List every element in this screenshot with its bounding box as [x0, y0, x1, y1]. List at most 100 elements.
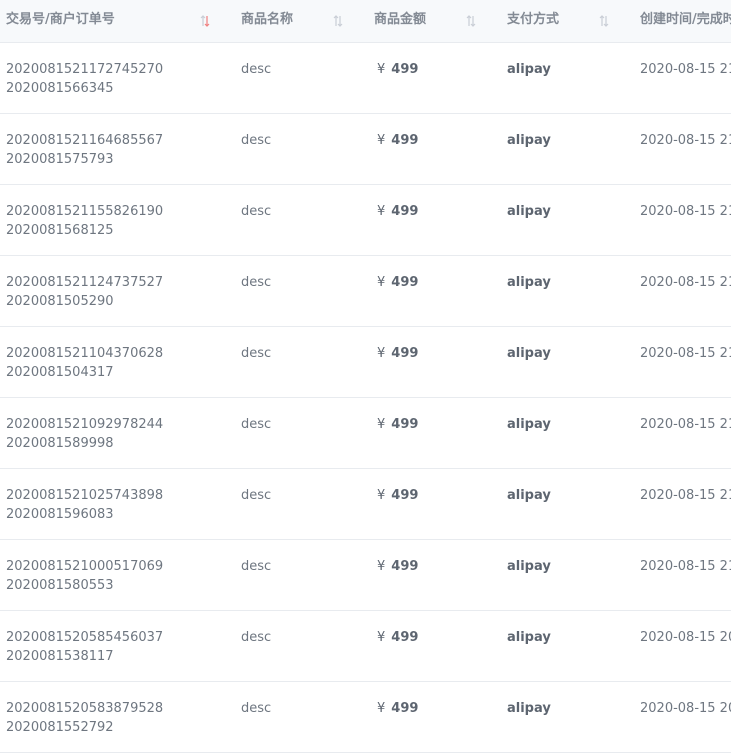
amount-value: 499: [391, 701, 419, 716]
table-row[interactable]: 2020081520585456037 2020081538117 desc ¥…: [0, 611, 731, 682]
payment-method: alipay: [507, 630, 551, 645]
trade-no-cell: 2020081521155826190 2020081568125: [6, 202, 163, 240]
order-no: 2020081596083: [6, 507, 114, 522]
trade-no: 2020081520585456037: [6, 630, 164, 645]
created-time: 2020-08-15 21:1: [640, 346, 731, 361]
product-name: desc: [241, 204, 272, 219]
orders-table: 交易号/商户订单号 商品名称 商品金额 支付方式 创建时间/完成时 202008…: [0, 0, 731, 753]
trade-no-cell: 2020081521164685567 2020081575793: [6, 131, 163, 169]
sort-payment-method-icon[interactable]: [599, 14, 609, 28]
amount-cell: ¥499: [377, 415, 418, 434]
trade-no-cell: 2020081521092978244 2020081589998: [6, 415, 163, 453]
payment-method: alipay: [507, 488, 551, 503]
created-time: 2020-08-15 21:0: [640, 559, 731, 574]
order-no: 2020081552792: [6, 720, 114, 735]
currency-symbol: ¥: [377, 417, 386, 432]
order-no: 2020081566345: [6, 81, 114, 96]
header-amount-label: 商品金额: [374, 12, 427, 27]
sort-amount-icon[interactable]: [466, 14, 476, 28]
header-created-time-label: 创建时间/完成时: [640, 12, 731, 27]
header-created-time[interactable]: 创建时间/完成时: [640, 0, 731, 42]
trade-no: 2020081521025743898: [6, 488, 164, 503]
currency-symbol: ¥: [377, 275, 386, 290]
trade-no-cell: 2020081521025743898 2020081596083: [6, 486, 163, 524]
amount-cell: ¥499: [377, 699, 418, 718]
payment-method: alipay: [507, 559, 551, 574]
product-name: desc: [241, 133, 272, 148]
product-name: desc: [241, 630, 272, 645]
amount-value: 499: [391, 62, 419, 77]
created-time: 2020-08-15 21:0: [640, 488, 731, 503]
order-no: 2020081568125: [6, 223, 114, 238]
header-payment-method[interactable]: 支付方式: [507, 0, 559, 42]
trade-no: 2020081521124737527: [6, 275, 164, 290]
order-no: 2020081538117: [6, 649, 114, 664]
currency-symbol: ¥: [377, 630, 386, 645]
currency-symbol: ¥: [377, 488, 386, 503]
product-name: desc: [241, 62, 272, 77]
trade-no: 2020081521092978244: [6, 417, 164, 432]
order-no: 2020081580553: [6, 578, 114, 593]
currency-symbol: ¥: [377, 62, 386, 77]
amount-value: 499: [391, 346, 419, 361]
amount-value: 499: [391, 204, 419, 219]
created-time: 2020-08-15 21:1: [640, 275, 731, 290]
amount-value: 499: [391, 630, 419, 645]
created-time: 2020-08-15 21:1: [640, 204, 731, 219]
header-product-name[interactable]: 商品名称: [241, 0, 293, 42]
product-name: desc: [241, 346, 272, 361]
amount-cell: ¥499: [377, 557, 418, 576]
currency-symbol: ¥: [377, 204, 386, 219]
table-row[interactable]: 2020081521124737527 2020081505290 desc ¥…: [0, 256, 731, 327]
payment-method: alipay: [507, 417, 551, 432]
header-amount[interactable]: 商品金额: [374, 0, 426, 42]
table-row[interactable]: 2020081520583879528 2020081552792 desc ¥…: [0, 682, 731, 753]
amount-value: 499: [391, 133, 419, 148]
payment-method: alipay: [507, 62, 551, 77]
table-row[interactable]: 2020081521104370628 2020081504317 desc ¥…: [0, 327, 731, 398]
trade-no: 2020081520583879528: [6, 701, 164, 716]
amount-value: 499: [391, 417, 419, 432]
header-trade-no-label: 交易号/商户订单号: [6, 12, 115, 27]
table-row[interactable]: 2020081521092978244 2020081589998 desc ¥…: [0, 398, 731, 469]
trade-no: 2020081521172745270: [6, 62, 164, 77]
sort-trade-no-icon[interactable]: [200, 14, 210, 28]
table-body: 2020081521172745270 2020081566345 desc ¥…: [0, 43, 731, 753]
header-product-name-label: 商品名称: [241, 12, 294, 27]
trade-no-cell: 2020081520585456037 2020081538117: [6, 628, 163, 666]
product-name: desc: [241, 275, 272, 290]
trade-no: 2020081521000517069: [6, 559, 164, 574]
amount-cell: ¥499: [377, 273, 418, 292]
payment-method: alipay: [507, 133, 551, 148]
trade-no-cell: 2020081521172745270 2020081566345: [6, 60, 163, 98]
payment-method: alipay: [507, 701, 551, 716]
table-row[interactable]: 2020081521172745270 2020081566345 desc ¥…: [0, 43, 731, 114]
order-no: 2020081575793: [6, 152, 114, 167]
table-row[interactable]: 2020081521000517069 2020081580553 desc ¥…: [0, 540, 731, 611]
order-no: 2020081589998: [6, 436, 114, 451]
created-time: 2020-08-15 21:1: [640, 133, 731, 148]
trade-no: 2020081521104370628: [6, 346, 164, 361]
product-name: desc: [241, 559, 272, 574]
created-time: 2020-08-15 21:0: [640, 417, 731, 432]
table-row[interactable]: 2020081521155826190 2020081568125 desc ¥…: [0, 185, 731, 256]
table-row[interactable]: 2020081521164685567 2020081575793 desc ¥…: [0, 114, 731, 185]
amount-value: 499: [391, 488, 419, 503]
amount-cell: ¥499: [377, 628, 418, 647]
created-time: 2020-08-15 20:5: [640, 630, 731, 645]
order-no: 2020081504317: [6, 365, 114, 380]
created-time: 2020-08-15 21:1: [640, 62, 731, 77]
trade-no-cell: 2020081521104370628 2020081504317: [6, 344, 163, 382]
trade-no-cell: 2020081520583879528 2020081552792: [6, 699, 163, 737]
header-trade-no[interactable]: 交易号/商户订单号: [6, 0, 115, 42]
order-no: 2020081505290: [6, 294, 114, 309]
amount-cell: ¥499: [377, 60, 418, 79]
trade-no: 2020081521164685567: [6, 133, 164, 148]
product-name: desc: [241, 488, 272, 503]
header-payment-method-label: 支付方式: [507, 12, 560, 27]
sort-product-name-icon[interactable]: [333, 14, 343, 28]
payment-method: alipay: [507, 275, 551, 290]
payment-method: alipay: [507, 346, 551, 361]
table-header: 交易号/商户订单号 商品名称 商品金额 支付方式 创建时间/完成时: [0, 0, 731, 43]
table-row[interactable]: 2020081521025743898 2020081596083 desc ¥…: [0, 469, 731, 540]
